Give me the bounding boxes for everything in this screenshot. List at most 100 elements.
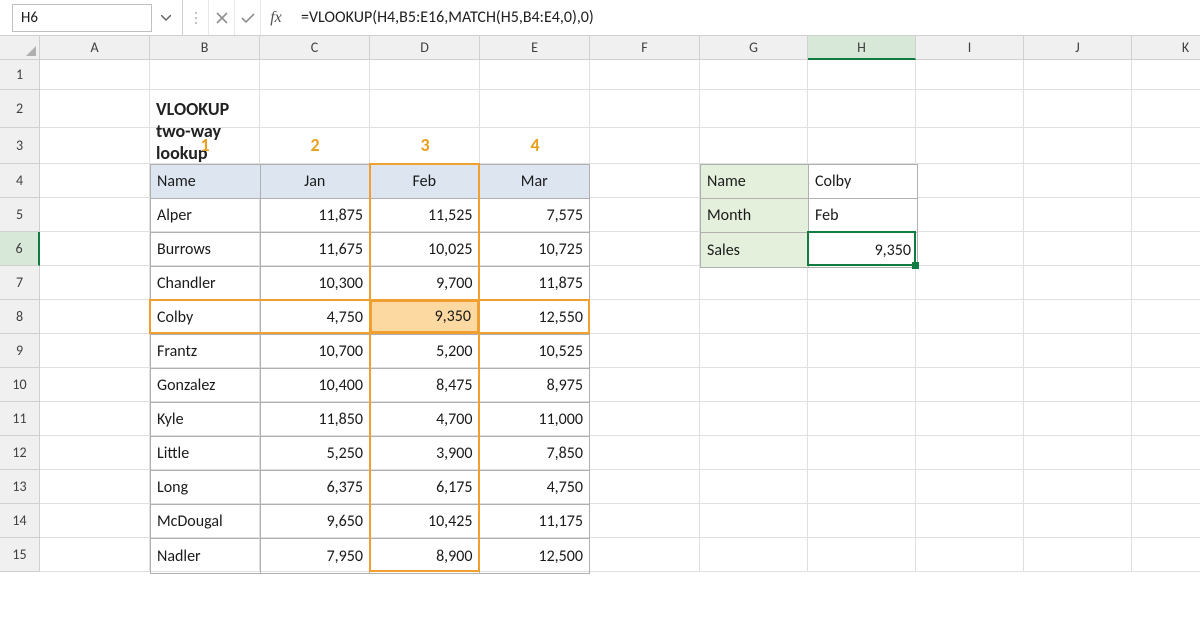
table-row: Little5,2503,9007,850 — [151, 437, 589, 471]
cancel-icon[interactable] — [209, 0, 235, 35]
lookup-box: NameColbyMonthFebSales9,350 — [700, 164, 918, 268]
fx-icon[interactable]: fx — [261, 0, 291, 35]
table-cell[interactable]: 10,525 — [480, 335, 590, 369]
table-header-cell: Jan — [261, 165, 371, 199]
table-row: Burrows11,67510,02510,725 — [151, 233, 589, 267]
row-header-3[interactable]: 3 — [0, 128, 40, 164]
table-row: Long6,3756,1754,750 — [151, 471, 589, 505]
table-cell[interactable]: 10,400 — [261, 369, 371, 403]
table-cell[interactable]: 10,425 — [370, 505, 480, 539]
formula-input[interactable]: =VLOOKUP(H4,B5:E16,MATCH(H5,B4:E4,0),0) — [291, 0, 1200, 35]
column-header-J[interactable]: J — [1024, 36, 1132, 60]
row-header-5[interactable]: 5 — [0, 198, 40, 232]
formula-bar-separator-icon — [183, 0, 209, 35]
table-cell[interactable]: 10,725 — [480, 233, 590, 267]
row-header-15[interactable]: 15 — [0, 538, 40, 572]
name-box[interactable]: H6 — [12, 4, 152, 32]
table-cell[interactable]: 12,550 — [480, 301, 590, 335]
table-cell[interactable]: 11,875 — [480, 267, 590, 301]
table-cell[interactable]: Kyle — [151, 403, 261, 437]
column-header-K[interactable]: K — [1132, 36, 1200, 60]
table-row: McDougal9,65010,42511,175 — [151, 505, 589, 539]
row-header-12[interactable]: 12 — [0, 436, 40, 470]
column-header-B[interactable]: B — [150, 36, 260, 60]
table-cell[interactable]: 5,200 — [370, 335, 480, 369]
row-header-4[interactable]: 4 — [0, 164, 40, 198]
table-cell[interactable]: 11,850 — [261, 403, 371, 437]
table-cell[interactable]: 9,700 — [370, 267, 480, 301]
table-row: Chandler10,3009,70011,875 — [151, 267, 589, 301]
table-cell[interactable]: 10,300 — [261, 267, 371, 301]
table-cell[interactable]: 8,900 — [370, 539, 480, 573]
row-header-6[interactable]: 6 — [0, 232, 40, 266]
table-cell[interactable]: 4,750 — [480, 471, 590, 505]
table-cell[interactable]: 4,750 — [261, 301, 371, 335]
table-header-cell: Name — [151, 165, 261, 199]
table-cell[interactable]: McDougal — [151, 505, 261, 539]
table-cell[interactable]: 10,700 — [261, 335, 371, 369]
data-table: NameJanFebMarAlper11,87511,5257,575Burro… — [150, 164, 590, 574]
table-row: Alper11,87511,5257,575 — [151, 199, 589, 233]
table-cell[interactable]: 6,375 — [261, 471, 371, 505]
column-header-C[interactable]: C — [260, 36, 370, 60]
table-cell[interactable]: 7,950 — [261, 539, 371, 573]
row-header-14[interactable]: 14 — [0, 504, 40, 538]
table-cell[interactable]: Nadler — [151, 539, 261, 573]
table-cell[interactable]: 11,875 — [261, 199, 371, 233]
row-header-2[interactable]: 2 — [0, 90, 40, 128]
table-cell[interactable]: 6,175 — [370, 471, 480, 505]
chevron-down-icon[interactable] — [156, 4, 176, 32]
table-row: Kyle11,8504,70011,000 — [151, 403, 589, 437]
table-cell[interactable]: 11,175 — [480, 505, 590, 539]
column-number-label: 3 — [370, 134, 480, 156]
enter-icon[interactable] — [235, 0, 261, 35]
row-header-9[interactable]: 9 — [0, 334, 40, 368]
column-header-F[interactable]: F — [590, 36, 700, 60]
column-header-A[interactable]: A — [40, 36, 150, 60]
table-cell[interactable]: Colby — [151, 301, 261, 335]
table-cell[interactable]: 11,675 — [261, 233, 371, 267]
row-header-1[interactable]: 1 — [0, 60, 40, 90]
lookup-label: Month — [701, 199, 809, 233]
column-number-label: 1 — [150, 134, 260, 156]
row-header-10[interactable]: 10 — [0, 368, 40, 402]
table-cell[interactable]: 11,525 — [370, 199, 480, 233]
table-cell[interactable]: 3,900 — [370, 437, 480, 471]
column-number-label: 4 — [480, 134, 590, 156]
table-cell[interactable]: 8,475 — [370, 369, 480, 403]
table-cell[interactable]: 7,575 — [480, 199, 590, 233]
table-cell[interactable]: 7,850 — [480, 437, 590, 471]
table-row: Gonzalez10,4008,4758,975 — [151, 369, 589, 403]
table-cell[interactable]: 8,975 — [480, 369, 590, 403]
table-cell[interactable]: 5,250 — [261, 437, 371, 471]
column-header-G[interactable]: G — [700, 36, 808, 60]
table-row: Nadler7,9508,90012,500 — [151, 539, 589, 573]
table-cell[interactable]: Frantz — [151, 335, 261, 369]
table-cell[interactable]: Burrows — [151, 233, 261, 267]
row-header-7[interactable]: 7 — [0, 266, 40, 300]
table-cell[interactable]: 10,025 — [370, 233, 480, 267]
table-cell[interactable]: 11,000 — [480, 403, 590, 437]
row-header-13[interactable]: 13 — [0, 470, 40, 504]
table-row: Colby4,7509,35012,550 — [151, 301, 589, 335]
lookup-value[interactable]: Colby — [809, 165, 917, 199]
column-header-D[interactable]: D — [370, 36, 480, 60]
table-header-cell: Mar — [480, 165, 590, 199]
table-cell[interactable]: 4,700 — [370, 403, 480, 437]
column-header-H[interactable]: H — [808, 36, 916, 60]
lookup-value[interactable]: 9,350 — [809, 233, 917, 267]
table-cell[interactable]: Alper — [151, 199, 261, 233]
table-cell[interactable]: Gonzalez — [151, 369, 261, 403]
table-cell[interactable]: 9,650 — [261, 505, 371, 539]
table-cell[interactable]: Chandler — [151, 267, 261, 301]
select-all-corner[interactable] — [0, 36, 40, 60]
table-cell[interactable]: 9,350 — [370, 301, 480, 335]
row-header-8[interactable]: 8 — [0, 300, 40, 334]
column-header-E[interactable]: E — [480, 36, 590, 60]
table-cell[interactable]: 12,500 — [480, 539, 590, 573]
table-cell[interactable]: Long — [151, 471, 261, 505]
table-cell[interactable]: Little — [151, 437, 261, 471]
row-header-11[interactable]: 11 — [0, 402, 40, 436]
column-header-I[interactable]: I — [916, 36, 1024, 60]
lookup-value[interactable]: Feb — [809, 199, 917, 233]
